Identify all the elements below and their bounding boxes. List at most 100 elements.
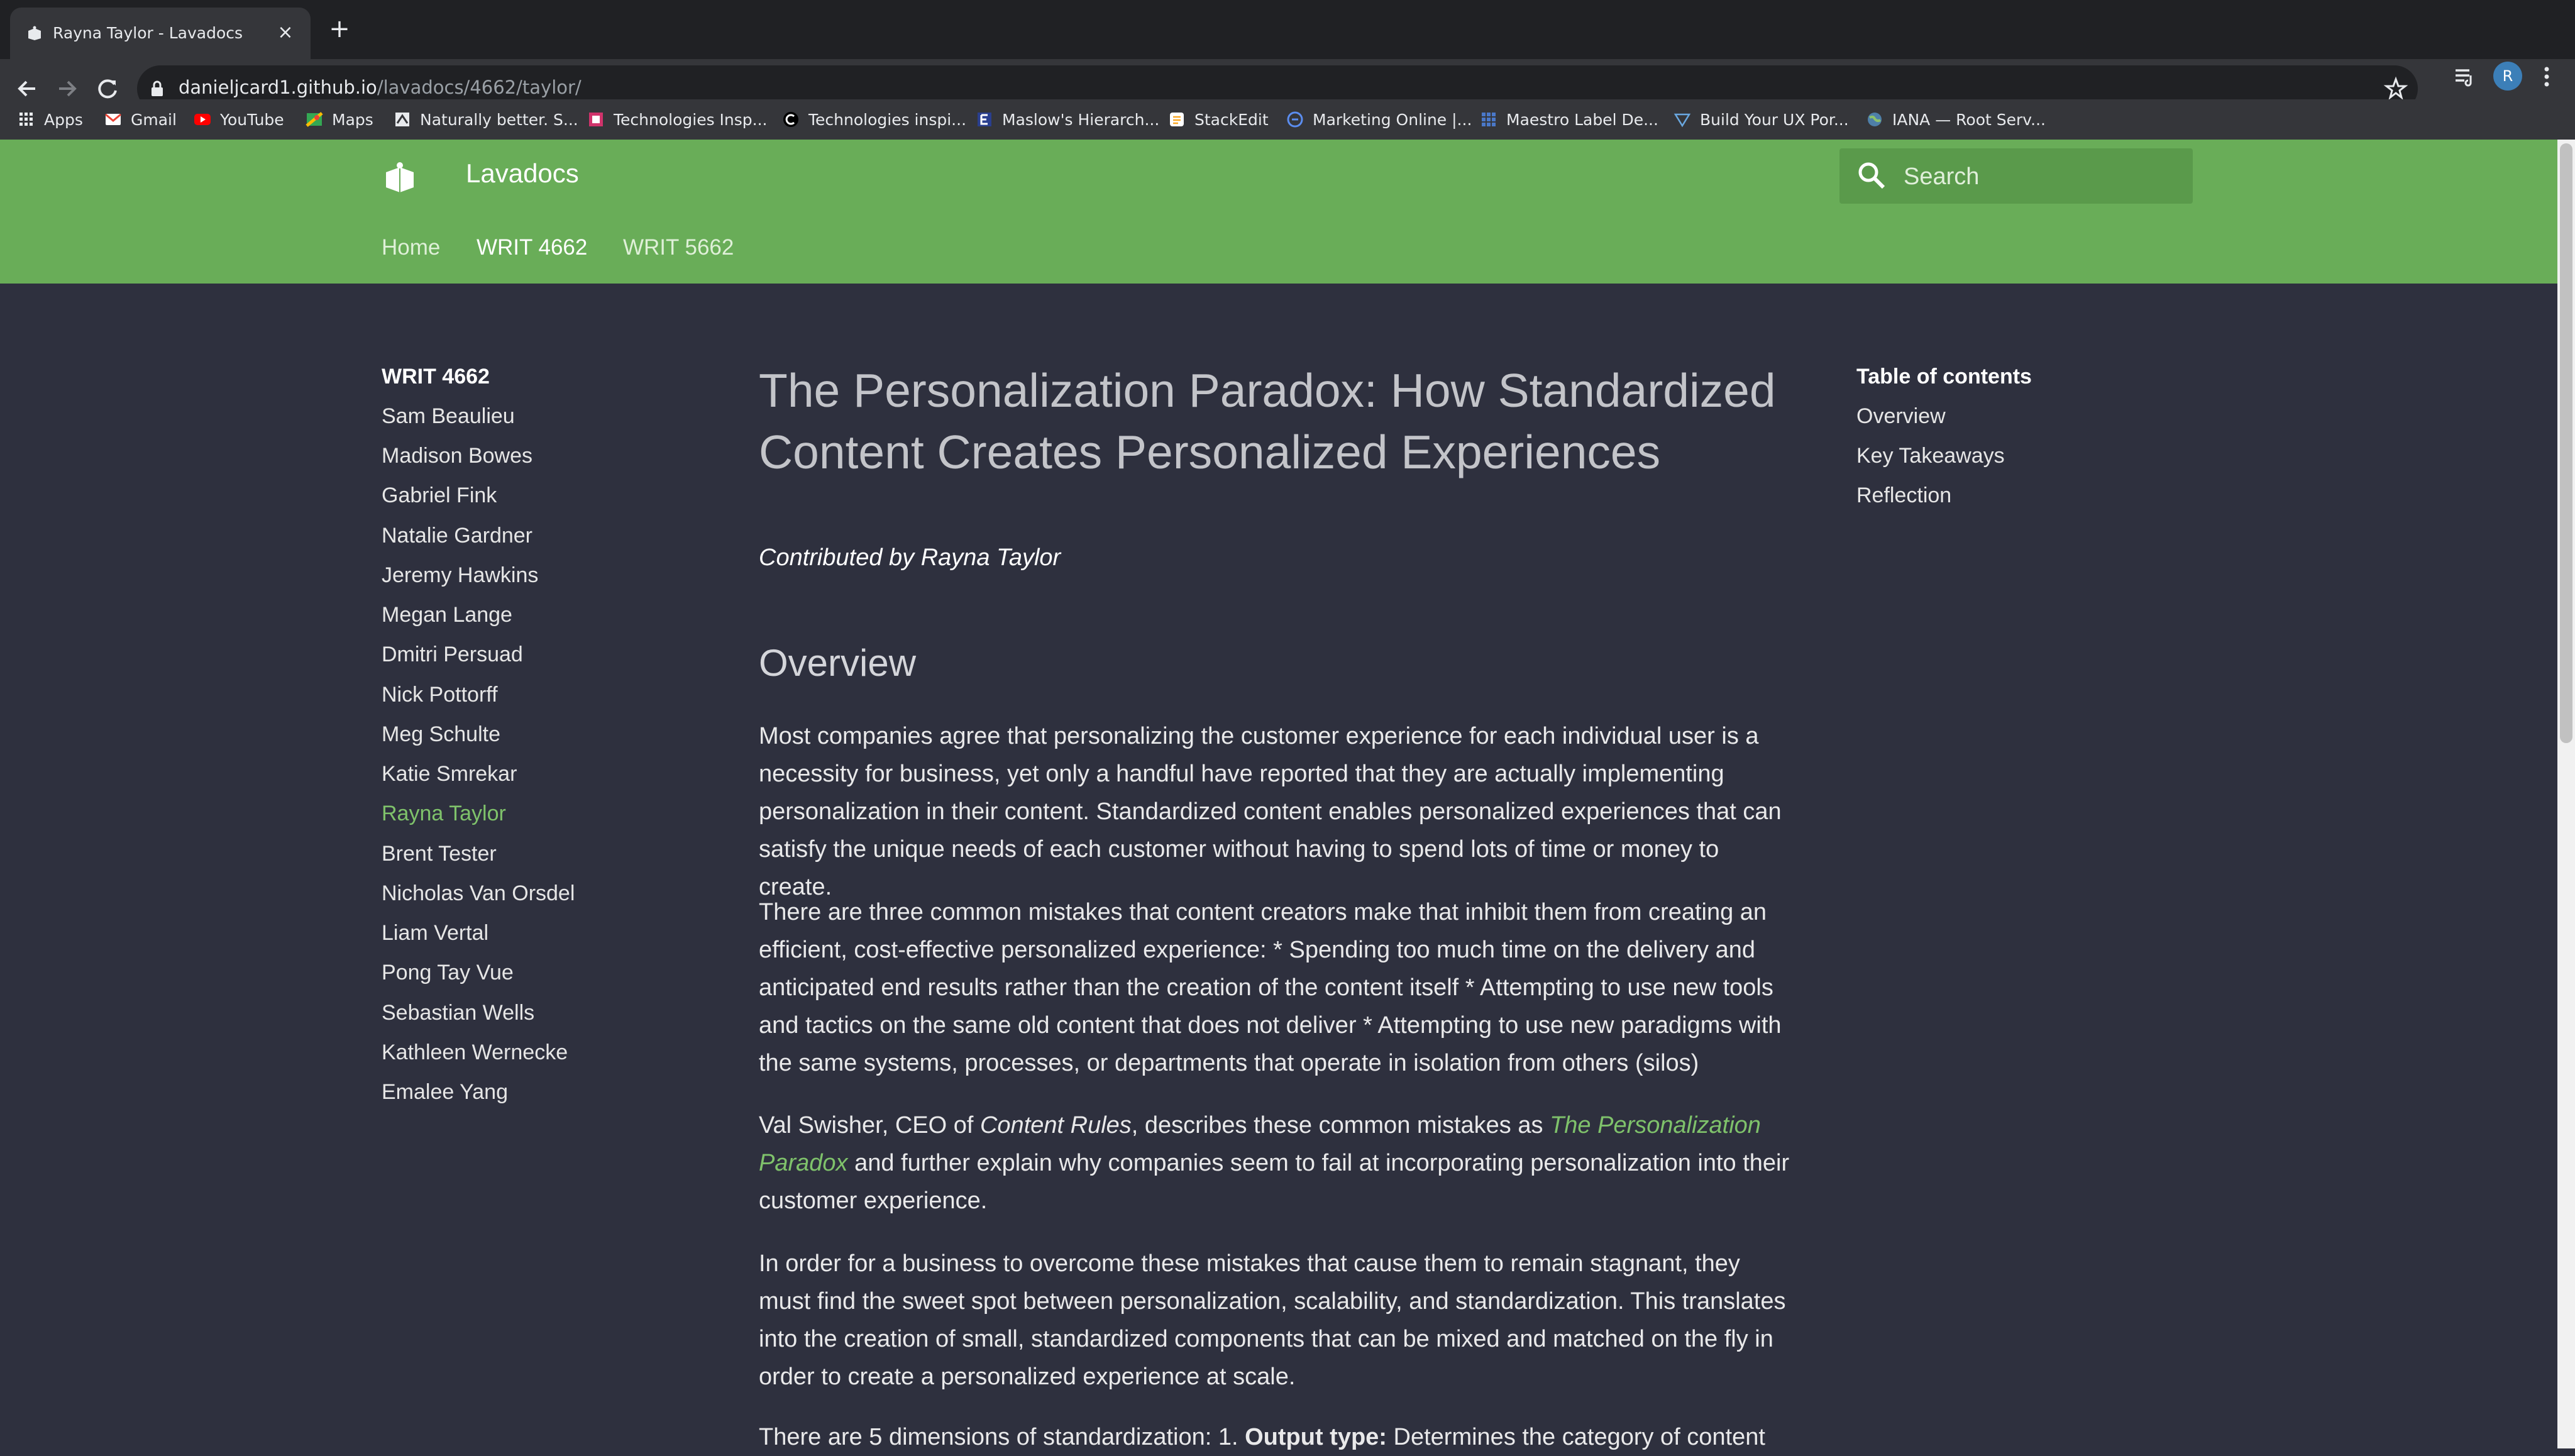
- bookmark-page-icon: [783, 112, 798, 127]
- search-box[interactable]: [1839, 148, 2193, 204]
- bookmark-technologies-insp[interactable]: Technologies Insp...: [587, 108, 768, 131]
- p3-emphasis: Content Rules: [979, 1112, 1132, 1139]
- bookmark-label: Maslow's Hierarch...: [1002, 110, 1160, 129]
- tab-close-icon[interactable]: ×: [273, 20, 298, 45]
- bookmarks-bar: Apps Gmail YouTube Maps Naturally better…: [0, 99, 2575, 140]
- bookmark-label: Build Your UX Por...: [1700, 110, 1849, 129]
- sidebar-item[interactable]: Emalee Yang: [382, 1080, 508, 1105]
- bookmark-label: Technologies inspi...: [808, 110, 967, 129]
- bookmark-label: Technologies Insp...: [614, 110, 768, 129]
- maps-icon: [306, 112, 323, 127]
- sidebar-item-active[interactable]: Rayna Taylor: [382, 802, 506, 826]
- sidebar-item[interactable]: Jeremy Hawkins: [382, 563, 538, 588]
- sidebar-item[interactable]: Meg Schulte: [382, 722, 500, 747]
- stackedit-icon: [1170, 113, 1184, 126]
- p5-text-a: There are 5 dimensions of standardizatio…: [759, 1424, 1245, 1450]
- sidebar-heading[interactable]: WRIT 4662: [382, 365, 490, 389]
- sidebar-item[interactable]: Megan Lange: [382, 603, 512, 627]
- search-input[interactable]: [1902, 157, 2181, 196]
- nav-writ-5662[interactable]: WRIT 5662: [623, 235, 734, 260]
- url-host: danieljcard1.github.io: [179, 77, 377, 98]
- sidebar-item[interactable]: Dmitri Persuad: [382, 643, 523, 667]
- paragraph-1: Most companies agree that personalizing …: [759, 723, 1782, 900]
- browser-menu-icon[interactable]: [2537, 64, 2556, 89]
- bookmark-label: Maestro Label De...: [1506, 110, 1658, 129]
- bookmark-maps[interactable]: Maps: [306, 108, 373, 131]
- bookmark-maslow[interactable]: Maslow's Hierarch...: [976, 108, 1159, 131]
- bookmark-iana[interactable]: IANA — Root Serv...: [1866, 108, 2046, 131]
- apps-grid-icon: [19, 113, 33, 126]
- nav-writ-4662[interactable]: WRIT 4662: [477, 235, 587, 260]
- paragraph-5: There are 5 dimensions of standardizatio…: [759, 1418, 1790, 1456]
- sidebar-item[interactable]: Katie Smrekar: [382, 762, 517, 786]
- bookmark-marketing-online[interactable]: Marketing Online |...: [1286, 108, 1472, 131]
- bookmark-page-icon: [978, 113, 991, 126]
- toc-item-reflection[interactable]: Reflection: [1856, 483, 1951, 508]
- bookmark-stackedit[interactable]: StackEdit: [1168, 108, 1269, 131]
- bookmark-technologies-inspi[interactable]: Technologies inspi...: [782, 108, 966, 131]
- toc-item-overview[interactable]: Overview: [1856, 404, 1946, 429]
- nav-home[interactable]: Home: [382, 235, 440, 260]
- sidebar-item[interactable]: Pong Tay Vue: [382, 961, 514, 985]
- bookmark-maestro-label[interactable]: Maestro Label De...: [1480, 108, 1658, 131]
- gmail-icon: [105, 113, 121, 125]
- media-queue-icon[interactable]: [2451, 62, 2481, 92]
- sidebar-item[interactable]: Sebastian Wells: [382, 1001, 534, 1025]
- search-icon: [1858, 162, 1885, 189]
- sidebar-item[interactable]: Kathleen Wernecke: [382, 1040, 568, 1065]
- sidebar-item[interactable]: Sam Beaulieu: [382, 404, 515, 429]
- p3-text-c: and further explain why companies seem t…: [759, 1150, 1790, 1214]
- youtube-icon: [194, 114, 211, 125]
- bookmark-youtube[interactable]: YouTube: [194, 108, 284, 131]
- overview-heading: Overview: [759, 642, 917, 684]
- paragraph-4: In order for a business to overcome thes…: [759, 1250, 1786, 1390]
- p5-bold: Output type:: [1245, 1424, 1387, 1450]
- globe-icon: [1868, 113, 1882, 126]
- browser-tab[interactable]: Rayna Taylor - Lavadocs ×: [10, 8, 311, 59]
- bookmark-label: IANA — Root Serv...: [1892, 110, 2046, 129]
- bookmark-label: Marketing Online |...: [1313, 110, 1472, 129]
- browser-tab-bar: Rayna Taylor - Lavadocs × +: [0, 0, 2575, 59]
- bookmark-gmail[interactable]: Gmail: [104, 108, 177, 131]
- article-byline: Contributed by Rayna Taylor: [759, 544, 1061, 571]
- bookmark-apps[interactable]: Apps: [18, 108, 83, 131]
- site-header: Lavadocs Home WRIT 4662 WRIT 5662: [0, 140, 2557, 284]
- toc-heading: Table of contents: [1856, 365, 2032, 389]
- bookmark-page-icon: [1287, 111, 1303, 128]
- bookmark-label: YouTube: [220, 110, 284, 129]
- paragraph-2: There are three common mistakes that con…: [759, 899, 1782, 1076]
- sidebar-item[interactable]: Nicholas Van Orsdel: [382, 881, 575, 906]
- lock-icon: [152, 80, 163, 96]
- bookmark-label: StackEdit: [1194, 110, 1269, 129]
- lavadocs-logo-icon[interactable]: [383, 161, 416, 194]
- sidebar-item[interactable]: Brent Tester: [382, 842, 497, 866]
- bookmark-label: Naturally better. S...: [420, 110, 578, 129]
- bookmark-build-ux-portfolio[interactable]: Build Your UX Por...: [1673, 108, 1849, 131]
- page-scrollbar-thumb[interactable]: [2560, 143, 2572, 743]
- lavadocs-favicon-icon: [28, 26, 41, 40]
- tab-title: Rayna Taylor - Lavadocs: [53, 24, 243, 42]
- bookmark-page-icon: [395, 113, 409, 126]
- p5-text-c: Determines the category of content: [1386, 1424, 1765, 1450]
- p3-text-b: , describes these common mistakes as: [1131, 1112, 1550, 1139]
- article-title: The Personalization Paradox: How Standar…: [759, 364, 1776, 478]
- sidebar-item[interactable]: Nick Pottorff: [382, 683, 498, 707]
- bookmark-label: Apps: [44, 110, 83, 129]
- profile-avatar[interactable]: R: [2493, 62, 2522, 91]
- sidebar-item[interactable]: Natalie Gardner: [382, 524, 532, 548]
- bookmark-label: Maps: [332, 110, 373, 129]
- bookmark-label: Gmail: [131, 110, 177, 129]
- bookmark-page-icon: [1673, 113, 1691, 128]
- new-tab-icon[interactable]: +: [326, 15, 353, 43]
- paragraph-3: Val Swisher, CEO of Content Rules, descr…: [759, 1106, 1790, 1220]
- bookmark-page-icon: [589, 113, 603, 126]
- url-path: /lavadocs/4662/taylor/: [377, 77, 582, 98]
- toc-item-key-takeaways[interactable]: Key Takeaways: [1856, 444, 2005, 468]
- sidebar-item[interactable]: Liam Vertal: [382, 921, 488, 946]
- sidebar-item[interactable]: Gabriel Fink: [382, 483, 497, 508]
- site-title[interactable]: Lavadocs: [466, 158, 579, 189]
- p3-text-a: Val Swisher, CEO of: [759, 1112, 980, 1139]
- sidebar-item[interactable]: Madison Bowes: [382, 444, 532, 468]
- bookmark-naturally-better[interactable]: Naturally better. S...: [394, 108, 578, 131]
- bookmark-page-icon: [1482, 113, 1496, 126]
